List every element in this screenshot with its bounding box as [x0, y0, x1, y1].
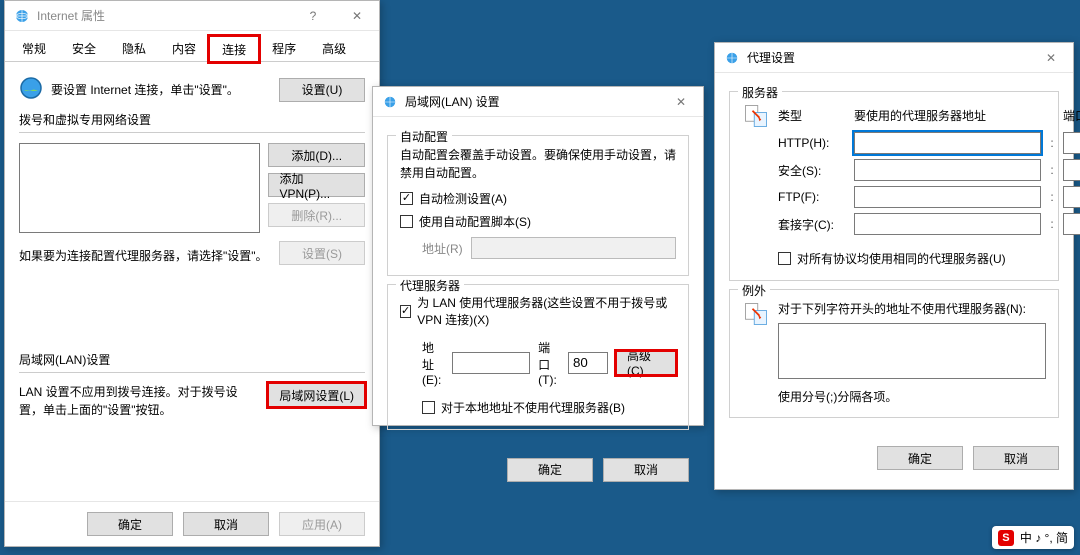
- http-port-input[interactable]: [1063, 132, 1080, 154]
- http-address-input[interactable]: [854, 132, 1041, 154]
- ime-text: 中 ♪ °, 简: [1020, 529, 1068, 546]
- server-icon: [742, 102, 770, 268]
- ok-button[interactable]: 确定: [87, 512, 173, 536]
- use-proxy-label: 为 LAN 使用代理服务器(这些设置不用于拨号或 VPN 连接)(X): [417, 295, 676, 329]
- col-type-header: 类型: [778, 107, 848, 124]
- cancel-button[interactable]: 取消: [603, 458, 689, 482]
- secure-label: 安全(S):: [778, 162, 848, 179]
- titlebar: 代理设置 ✕: [715, 43, 1073, 73]
- add-button[interactable]: 添加(D)...: [268, 143, 365, 167]
- ok-button[interactable]: 确定: [877, 446, 963, 470]
- titlebar: 局域网(LAN) 设置 ✕: [373, 87, 703, 117]
- auto-script-checkbox[interactable]: 使用自动配置脚本(S): [400, 213, 531, 230]
- content-area: 要设置 Internet 连接，单击"设置"。 设置(U) 拨号和虚拟专用网络设…: [5, 62, 379, 433]
- col-port-header: 端口: [1063, 107, 1080, 124]
- ftp-address-input[interactable]: [854, 186, 1041, 208]
- internet-options-icon: [723, 49, 741, 67]
- socks-address-input[interactable]: [854, 213, 1041, 235]
- sogou-icon: S: [998, 530, 1014, 546]
- same-proxy-all-checkbox[interactable]: 对所有协议均使用相同的代理服务器(U): [778, 250, 1006, 267]
- dialup-listbox[interactable]: [19, 143, 260, 233]
- secure-address-input[interactable]: [854, 159, 1041, 181]
- tab-strip: 常规 安全 隐私 内容 连接 程序 高级: [5, 31, 379, 62]
- lan-note: LAN 设置不应用到拨号连接。对于拨号设置，单击上面的"设置"按钮。: [19, 383, 260, 419]
- secure-port-input[interactable]: [1063, 159, 1080, 181]
- exceptions-textarea[interactable]: [778, 323, 1046, 379]
- socks-port-input[interactable]: [1063, 213, 1080, 235]
- proxy-port-label: 端口(T):: [538, 339, 560, 387]
- ftp-port-input[interactable]: [1063, 186, 1080, 208]
- tab-general[interactable]: 常规: [9, 35, 59, 61]
- proxy-address-input[interactable]: [452, 352, 530, 374]
- dialup-section-label: 拨号和虚拟专用网络设置: [19, 111, 365, 128]
- tab-advanced[interactable]: 高级: [309, 35, 359, 61]
- window-title: Internet 属性: [37, 7, 291, 24]
- setup-button[interactable]: 设置(U): [279, 78, 365, 102]
- servers-group: 服务器 类型 要使用的代理服务器地址 端口 HTTP(H): :: [729, 91, 1059, 281]
- proxy-legend: 代理服务器: [396, 277, 464, 294]
- use-proxy-checkbox[interactable]: 为 LAN 使用代理服务器(这些设置不用于拨号或 VPN 连接)(X): [400, 295, 676, 329]
- window-title: 局域网(LAN) 设置: [405, 93, 659, 110]
- auto-config-group: 自动配置 自动配置会覆盖手动设置。要确保使用手动设置，请禁用自动配置。 自动检测…: [387, 135, 689, 276]
- exceptions-group: 例外 对于下列字符开头的地址不使用代理服务器(N): 使用分号(;)分隔各项。: [729, 289, 1059, 418]
- bypass-local-checkbox[interactable]: 对于本地地址不使用代理服务器(B): [400, 399, 625, 416]
- proxy-address-label: 地址(E):: [422, 339, 444, 387]
- checkbox-icon: [400, 305, 411, 318]
- internet-properties-window: Internet 属性 ? ✕ 常规 安全 隐私 内容 连接 程序 高级 要设置…: [4, 0, 380, 547]
- checkbox-icon: [422, 401, 435, 414]
- exceptions-note: 对于下列字符开头的地址不使用代理服务器(N):: [778, 300, 1046, 317]
- titlebar: Internet 属性 ? ✕: [5, 1, 379, 31]
- proxy-settings-window: 代理设置 ✕ 服务器 类型 要使用的代理服务器地址 端口 HTTP(H):: [714, 42, 1074, 490]
- tab-connections[interactable]: 连接: [209, 36, 259, 62]
- apply-button: 应用(A): [279, 512, 365, 536]
- checkbox-icon: [400, 215, 413, 228]
- lan-section-label: 局域网(LAN)设置: [19, 351, 365, 368]
- auto-detect-checkbox[interactable]: 自动检测设置(A): [400, 190, 507, 207]
- window-title: 代理设置: [747, 49, 1029, 66]
- add-vpn-button[interactable]: 添加 VPN(P)...: [268, 173, 365, 197]
- proxy-port-input[interactable]: [568, 352, 608, 374]
- ftp-label: FTP(F):: [778, 190, 848, 204]
- internet-options-icon: [13, 7, 31, 25]
- cancel-button[interactable]: 取消: [183, 512, 269, 536]
- close-button[interactable]: ✕: [335, 1, 379, 31]
- auto-script-label: 使用自动配置脚本(S): [419, 213, 531, 230]
- tab-content[interactable]: 内容: [159, 35, 209, 61]
- proxy-group: 代理服务器 为 LAN 使用代理服务器(这些设置不用于拨号或 VPN 连接)(X…: [387, 284, 689, 430]
- close-button[interactable]: ✕: [659, 87, 703, 117]
- ok-button[interactable]: 确定: [507, 458, 593, 482]
- ime-indicator[interactable]: S 中 ♪ °, 简: [992, 526, 1074, 549]
- auto-detect-label: 自动检测设置(A): [419, 190, 507, 207]
- http-label: HTTP(H):: [778, 136, 848, 150]
- close-button[interactable]: ✕: [1029, 43, 1073, 73]
- bypass-local-label: 对于本地地址不使用代理服务器(B): [441, 399, 625, 416]
- auto-config-legend: 自动配置: [396, 128, 452, 145]
- dial-note: 如果要为连接配置代理服务器，请选择"设置"。: [19, 247, 271, 265]
- remove-button: 删除(R)...: [268, 203, 365, 227]
- col-addr-header: 要使用的代理服务器地址: [854, 107, 1041, 124]
- lan-settings-button[interactable]: 局域网设置(L): [268, 383, 365, 407]
- checkbox-icon: [778, 252, 791, 265]
- checkbox-icon: [400, 192, 413, 205]
- same-proxy-all-label: 对所有协议均使用相同的代理服务器(U): [797, 250, 1006, 267]
- exceptions-hint: 使用分号(;)分隔各项。: [778, 388, 1046, 405]
- globe-icon: [19, 76, 43, 103]
- lan-settings-window: 局域网(LAN) 设置 ✕ 自动配置 自动配置会覆盖手动设置。要确保使用手动设置…: [372, 86, 704, 426]
- advanced-button[interactable]: 高级(C): [616, 351, 676, 375]
- exceptions-legend: 例外: [738, 282, 770, 299]
- tab-programs[interactable]: 程序: [259, 35, 309, 61]
- help-button[interactable]: ?: [291, 1, 335, 31]
- auto-config-note: 自动配置会覆盖手动设置。要确保使用手动设置，请禁用自动配置。: [400, 146, 676, 182]
- servers-legend: 服务器: [738, 84, 782, 101]
- setup-hint: 要设置 Internet 连接，单击"设置"。: [51, 81, 271, 98]
- cancel-button[interactable]: 取消: [973, 446, 1059, 470]
- server-icon: [742, 300, 770, 405]
- script-address-input: [471, 237, 676, 259]
- tab-privacy[interactable]: 隐私: [109, 35, 159, 61]
- internet-options-icon: [381, 93, 399, 111]
- tab-security[interactable]: 安全: [59, 35, 109, 61]
- settings-button: 设置(S): [279, 241, 365, 265]
- script-address-label: 地址(R): [422, 240, 463, 257]
- socks-label: 套接字(C):: [778, 216, 848, 233]
